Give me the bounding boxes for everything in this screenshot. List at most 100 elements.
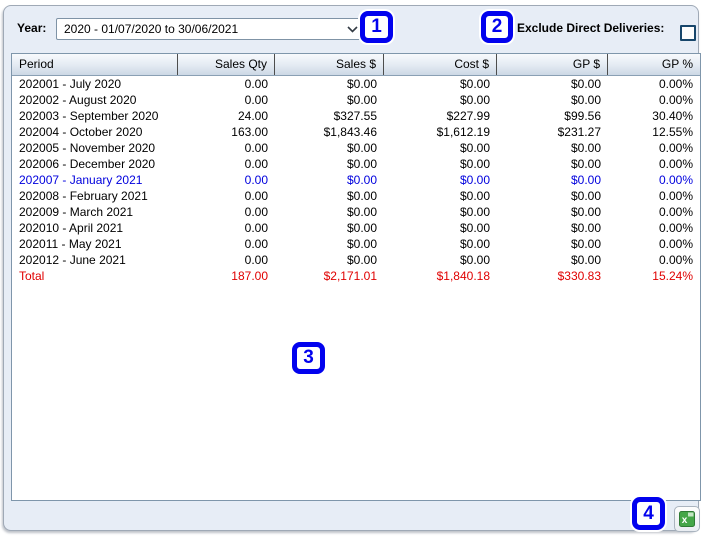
- cell-period: 202004 - October 2020: [19, 125, 143, 139]
- cell-period: 202001 - July 2020: [19, 77, 122, 91]
- table-row-total[interactable]: Total 187.00 $2,171.01 $1,840.18 $330.83…: [12, 268, 700, 284]
- cell-cost-dollars: $0.00: [459, 77, 490, 91]
- cell-sales-dollars: $0.00: [346, 157, 377, 171]
- cell-sales-qty: 0.00: [244, 141, 268, 155]
- cell-cost-dollars: $0.00: [459, 189, 490, 203]
- column-header-sales-dollars[interactable]: Sales $: [275, 54, 384, 75]
- cell-gp-percent: 12.55%: [652, 125, 693, 139]
- cell-sales-qty: 163.00: [231, 125, 268, 139]
- year-dropdown[interactable]: 2020 - 01/07/2020 to 30/06/2021: [56, 18, 365, 40]
- column-header-gp-percent[interactable]: GP %: [608, 54, 700, 75]
- cell-gp-dollars: $0.00: [570, 253, 601, 267]
- cell-gp-percent: 0.00%: [658, 173, 693, 187]
- cell-gp-dollars: $99.56: [564, 109, 601, 123]
- screenshot-canvas: Year: 2020 - 01/07/2020 to 30/06/2021 Ex…: [0, 0, 703, 537]
- cell-sales-dollars: $0.00: [346, 205, 377, 219]
- exclude-direct-deliveries-checkbox[interactable]: [680, 25, 696, 41]
- cell-period: 202003 - September 2020: [19, 109, 159, 123]
- cell-sales-qty: 24.00: [237, 109, 268, 123]
- cell-gp-dollars: $0.00: [570, 77, 601, 91]
- cell-gp-percent: 0.00%: [658, 237, 693, 251]
- cell-sales-dollars: $0.00: [346, 253, 377, 267]
- cell-gp-percent: 0.00%: [658, 77, 693, 91]
- cell-sales-qty: 0.00: [244, 205, 268, 219]
- table-row[interactable]: 202002 - August 2020 0.00 $0.00 $0.00 $0…: [12, 92, 700, 108]
- cell-sales-qty: 0.00: [244, 93, 268, 107]
- annotation-badge-1: 1: [360, 11, 393, 43]
- cell-cost-dollars: $1,612.19: [436, 125, 490, 139]
- year-label: Year:: [17, 21, 47, 35]
- column-header-cost-dollars[interactable]: Cost $: [384, 54, 497, 75]
- cell-cost-dollars: $0.00: [459, 141, 490, 155]
- cell-gp-percent: 0.00%: [658, 141, 693, 155]
- cell-cost-dollars: $0.00: [459, 205, 490, 219]
- cell-cost-dollars: $1,840.18: [436, 269, 490, 283]
- cell-gp-dollars: $0.00: [570, 221, 601, 235]
- cell-gp-percent: 0.00%: [658, 205, 693, 219]
- table-header-row: Period Sales Qty Sales $ Cost $ GP $ GP …: [12, 54, 700, 76]
- table-row[interactable]: 202008 - February 2021 0.00 $0.00 $0.00 …: [12, 188, 700, 204]
- cell-period: 202002 - August 2020: [19, 93, 137, 107]
- period-sales-table: Period Sales Qty Sales $ Cost $ GP $ GP …: [11, 53, 701, 501]
- chevron-down-icon: [347, 25, 358, 33]
- cell-cost-dollars: $0.00: [459, 221, 490, 235]
- cell-period: 202010 - April 2021: [19, 221, 124, 235]
- cell-period: 202005 - November 2020: [19, 141, 156, 155]
- excel-export-icon: x: [679, 511, 695, 527]
- table-row[interactable]: 202005 - November 2020 0.00 $0.00 $0.00 …: [12, 140, 700, 156]
- cell-sales-dollars: $0.00: [346, 221, 377, 235]
- table-body: 202001 - July 2020 0.00 $0.00 $0.00 $0.0…: [12, 76, 700, 284]
- svg-text:x: x: [682, 515, 688, 526]
- cell-cost-dollars: $0.00: [459, 93, 490, 107]
- cell-sales-qty: 0.00: [244, 173, 268, 187]
- cell-sales-dollars: $0.00: [346, 237, 377, 251]
- cell-sales-dollars: $0.00: [346, 189, 377, 203]
- cell-gp-dollars: $0.00: [570, 205, 601, 219]
- cell-gp-percent: 0.00%: [658, 221, 693, 235]
- cell-gp-percent: 0.00%: [658, 253, 693, 267]
- cell-gp-percent: 0.00%: [658, 189, 693, 203]
- table-row[interactable]: 202003 - September 2020 24.00 $327.55 $2…: [12, 108, 700, 124]
- toolbar: Year: 2020 - 01/07/2020 to 30/06/2021 Ex…: [4, 6, 698, 48]
- cell-sales-qty: 0.00: [244, 189, 268, 203]
- cell-sales-dollars: $0.00: [346, 93, 377, 107]
- cell-period: 202012 - June 2021: [19, 253, 126, 267]
- column-header-gp-dollars[interactable]: GP $: [497, 54, 608, 75]
- cell-gp-dollars: $231.27: [557, 125, 601, 139]
- cell-sales-dollars: $0.00: [346, 141, 377, 155]
- table-row[interactable]: 202010 - April 2021 0.00 $0.00 $0.00 $0.…: [12, 220, 700, 236]
- cell-gp-dollars: $0.00: [570, 157, 601, 171]
- cell-sales-qty: 0.00: [244, 253, 268, 267]
- table-row[interactable]: 202011 - May 2021 0.00 $0.00 $0.00 $0.00…: [12, 236, 700, 252]
- table-row[interactable]: 202001 - July 2020 0.00 $0.00 $0.00 $0.0…: [12, 76, 700, 92]
- table-row[interactable]: 202006 - December 2020 0.00 $0.00 $0.00 …: [12, 156, 700, 172]
- table-row[interactable]: 202007 - January 2021 0.00 $0.00 $0.00 $…: [12, 172, 700, 188]
- cell-gp-dollars: $0.00: [570, 237, 601, 251]
- cell-sales-dollars: $0.00: [346, 77, 377, 91]
- cell-sales-dollars: $1,843.46: [323, 125, 377, 139]
- cell-sales-dollars: $327.55: [333, 109, 377, 123]
- cell-sales-qty: 187.00: [231, 269, 268, 283]
- column-header-sales-qty[interactable]: Sales Qty: [178, 54, 275, 75]
- year-dropdown-value: 2020 - 01/07/2020 to 30/06/2021: [64, 22, 239, 36]
- table-row[interactable]: 202009 - March 2021 0.00 $0.00 $0.00 $0.…: [12, 204, 700, 220]
- export-to-excel-button[interactable]: x: [674, 506, 700, 532]
- cell-period: 202006 - December 2020: [19, 157, 156, 171]
- table-row[interactable]: 202012 - June 2021 0.00 $0.00 $0.00 $0.0…: [12, 252, 700, 268]
- cell-gp-percent: 0.00%: [658, 157, 693, 171]
- cell-cost-dollars: $0.00: [459, 237, 490, 251]
- table-row[interactable]: 202004 - October 2020 163.00 $1,843.46 $…: [12, 124, 700, 140]
- cell-sales-qty: 0.00: [244, 221, 268, 235]
- cell-gp-dollars: $0.00: [570, 93, 601, 107]
- cell-gp-dollars: $0.00: [570, 189, 601, 203]
- column-header-period[interactable]: Period: [12, 54, 178, 75]
- cell-sales-qty: 0.00: [244, 237, 268, 251]
- cell-sales-dollars: $0.00: [346, 173, 377, 187]
- cell-gp-dollars: $0.00: [570, 141, 601, 155]
- cell-period: 202011 - May 2021: [19, 237, 122, 251]
- annotation-badge-4: 4: [632, 497, 665, 530]
- cell-cost-dollars: $0.00: [459, 157, 490, 171]
- cell-cost-dollars: $0.00: [459, 173, 490, 187]
- cell-sales-qty: 0.00: [244, 77, 268, 91]
- cell-period: Total: [19, 269, 45, 283]
